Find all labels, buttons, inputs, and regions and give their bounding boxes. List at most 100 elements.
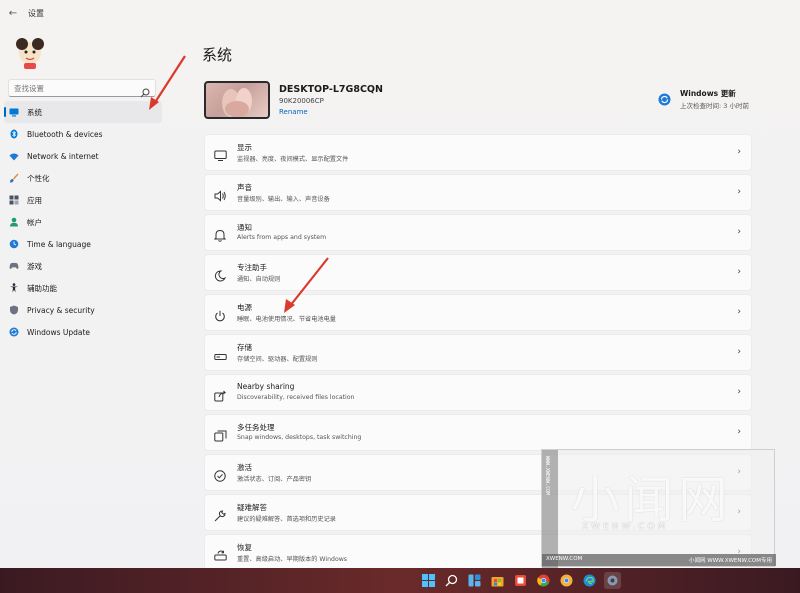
setting-subtitle: Snap windows, desktops, task switching [237, 434, 362, 441]
setting-subtitle: 通知、自动规则 [237, 276, 281, 283]
setting-subtitle: 音量级别、输出、输入、声音设备 [237, 196, 330, 203]
store-icon[interactable] [489, 572, 506, 589]
setting-subtitle: 建议的疑难解答、首选项和历史记录 [237, 516, 336, 523]
sidebar-item-label: Network & internet [27, 151, 99, 161]
brush-icon [9, 173, 19, 183]
apps-icon [9, 195, 19, 205]
sidebar: 系统 Bluetooth & devices Network & interne… [0, 30, 170, 568]
chevron-right-icon: › [737, 427, 741, 437]
accessibility-icon [9, 283, 19, 293]
sidebar-item-apps[interactable]: 应用 [4, 189, 162, 211]
search-field[interactable] [8, 79, 156, 98]
chevron-right-icon: › [737, 187, 741, 197]
setting-title: 多任务处理 [237, 423, 275, 432]
setting-title: 电源 [237, 303, 252, 312]
back-button[interactable]: ← [6, 7, 20, 21]
settings-icon[interactable] [604, 572, 621, 589]
rename-link[interactable]: Rename [279, 108, 308, 116]
globe-clock-icon [9, 239, 19, 249]
wifi-icon [9, 151, 19, 161]
taskbar-icons [420, 572, 621, 589]
setting-subtitle: 监视器、亮度、夜间模式、显示配置文件 [237, 156, 349, 163]
widgets-icon[interactable] [466, 572, 483, 589]
multitask-icon [214, 427, 227, 442]
windows-start-icon[interactable] [420, 572, 437, 589]
taskbar [0, 568, 800, 593]
setting-subtitle: 激活状态、订阅、产品密钥 [237, 476, 312, 483]
monitor-icon [9, 107, 19, 117]
sidebar-item-privacy[interactable]: Privacy & security [4, 299, 162, 321]
setting-title: Nearby sharing [237, 382, 295, 391]
sidebar-item-windows-update[interactable]: Windows Update [4, 321, 162, 343]
sidebar-item-label: Time & language [27, 239, 91, 249]
setting-nearby-sharing[interactable]: Nearby sharing Discoverability, received… [204, 374, 752, 411]
update-icon [9, 327, 19, 337]
setting-focus-assist[interactable]: 专注助手 通知、自动规则 › [204, 254, 752, 291]
recovery-icon [214, 547, 227, 561]
chrome-canary-icon[interactable] [558, 572, 575, 589]
search-icon [140, 83, 150, 98]
update-subtitle: 上次检查时间: 3 小时前 [680, 102, 749, 110]
device-thumbnail [204, 81, 270, 119]
sidebar-item-personalization[interactable]: 个性化 [4, 167, 162, 189]
sidebar-item-bluetooth[interactable]: Bluetooth & devices [4, 123, 162, 145]
setting-subtitle: 睡眠、电池使用情况、节省电池电量 [237, 316, 336, 323]
setting-storage[interactable]: 存储 存储空间、驱动器、配置规则 › [204, 334, 752, 371]
sidebar-item-time-language[interactable]: Time & language [4, 233, 162, 255]
chevron-right-icon: › [737, 267, 741, 277]
search-input[interactable] [14, 82, 134, 95]
watermark-sub: XWENW.COM [582, 522, 669, 532]
chevron-right-icon: › [737, 147, 741, 157]
setting-title: 疑难解答 [237, 503, 267, 512]
setting-title: 显示 [237, 143, 252, 152]
person-icon [9, 217, 19, 227]
chevron-right-icon: › [737, 307, 741, 317]
setting-subtitle: 重置、高级启动、早期版本的 Windows [237, 556, 348, 563]
sidebar-item-system[interactable]: 系统 [4, 101, 162, 123]
setting-notifications[interactable]: 通知 Alerts from apps and system › [204, 214, 752, 251]
setting-title: 激活 [237, 463, 252, 472]
setting-power[interactable]: 电源 睡眠、电池使用情况、节省电池电量 › [204, 294, 752, 331]
wrench-icon [214, 507, 227, 522]
setting-subtitle: Discoverability, received files location [237, 394, 355, 401]
sidebar-item-label: Privacy & security [27, 305, 95, 315]
chevron-right-icon: › [737, 347, 741, 357]
device-name: DESKTOP-L7G8CQN [279, 84, 383, 95]
sidebar-item-label: 个性化 [27, 173, 50, 183]
app-title: 设置 [28, 9, 44, 18]
sidebar-item-label: Bluetooth & devices [27, 129, 103, 139]
sidebar-item-accessibility[interactable]: 辅助功能 [4, 277, 162, 299]
sidebar-item-network[interactable]: Network & internet [4, 145, 162, 167]
display-icon [214, 147, 227, 161]
setting-display[interactable]: 显示 监视器、亮度、夜间模式、显示配置文件 › [204, 134, 752, 171]
chevron-right-icon: › [737, 227, 741, 237]
sidebar-item-label: Windows Update [27, 327, 91, 337]
search-icon[interactable] [443, 572, 460, 589]
sidebar-item-label: 系统 [27, 107, 42, 117]
edge-icon[interactable] [581, 572, 598, 589]
office-icon[interactable] [512, 572, 529, 589]
setting-subtitle: 存储空间、驱动器、配置规则 [237, 356, 318, 363]
watermark-side: WWW.XWENW.COM [542, 450, 558, 568]
share-icon [214, 387, 227, 402]
shield-icon [9, 305, 19, 315]
setting-multitasking[interactable]: 多任务处理 Snap windows, desktops, task switc… [204, 414, 752, 451]
chevron-right-icon: › [737, 387, 741, 397]
setting-sound[interactable]: 声音 音量级别、输出、输入、声音设备 › [204, 174, 752, 211]
chrome-icon[interactable] [535, 572, 552, 589]
avatar[interactable] [12, 34, 48, 70]
gamepad-icon [9, 261, 19, 271]
setting-title: 存储 [237, 343, 252, 352]
setting-title: 恢复 [237, 543, 252, 552]
setting-title: 专注助手 [237, 263, 267, 272]
sidebar-item-gaming[interactable]: 游戏 [4, 255, 162, 277]
watermark: WWW.XWENW.COM 小闻网 XWENW.COM XWENW.COM 小闻… [541, 449, 776, 568]
sidebar-item-accounts[interactable]: 帐户 [4, 211, 162, 233]
storage-icon [214, 347, 227, 360]
speaker-icon [214, 187, 227, 202]
setting-title: 声音 [237, 183, 252, 192]
sidebar-item-label: 游戏 [27, 261, 42, 271]
sidebar-item-label: 辅助功能 [27, 283, 57, 293]
bell-icon [213, 227, 227, 242]
sidebar-item-label: 应用 [27, 195, 42, 205]
